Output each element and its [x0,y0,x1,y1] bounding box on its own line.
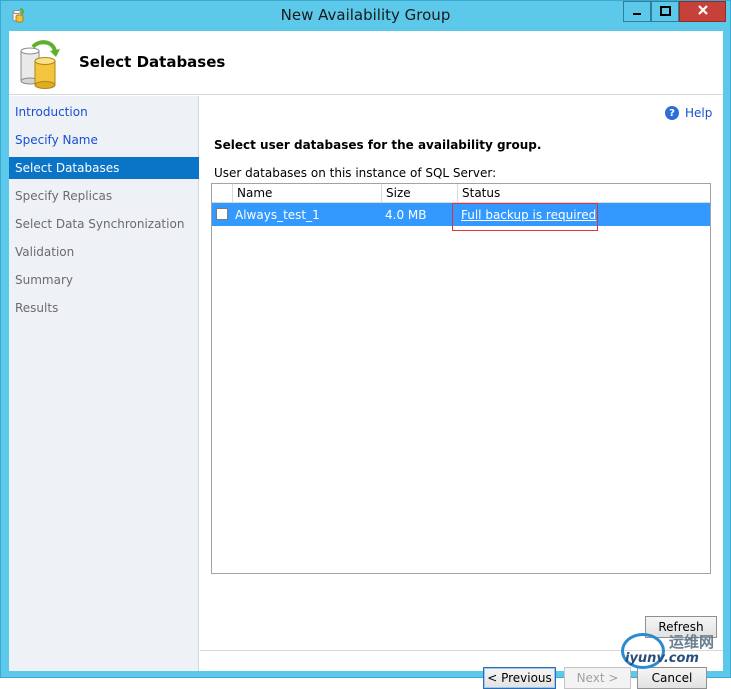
wizard-content: ? Help Select user databases for the ava… [200,96,723,689]
instructions-text: Select user databases for the availabili… [214,138,542,152]
column-header-size[interactable]: Size [386,186,411,200]
nav-item-select-databases[interactable]: Select Databases [9,157,199,179]
maximize-icon [659,5,671,19]
nav-item-specify-replicas: Specify Replicas [15,189,113,203]
minimize-icon [632,5,642,19]
nav-item-select-data-synchronization: Select Data Synchronization [15,217,185,231]
nav-item-results: Results [15,301,59,315]
wizard-window: New Availability Group Select Databases … [0,0,731,689]
cell-name: Always_test_1 [235,208,320,222]
table-row[interactable]: Always_test_1 4.0 MB Full backup is requ… [212,203,710,231]
watermark-cn-text: 运维网 [669,633,715,651]
databases-grid[interactable]: Name Size Status Always_test_1 4.0 MB Fu… [211,183,711,574]
close-button[interactable] [679,1,726,22]
help-link[interactable]: ? Help [665,104,712,122]
page-title: Select Databases [79,53,226,71]
previous-button[interactable]: < Previous [483,667,556,689]
cell-size: 4.0 MB [385,208,427,222]
window-title: New Availability Group [280,6,451,24]
help-icon: ? [665,106,679,120]
close-icon [697,4,709,19]
annotation-highlight-box [452,203,598,231]
title-bar[interactable]: New Availability Group [1,1,730,31]
watermark-url-text: iyunv.com [625,651,699,666]
wizard-header: Select Databases [9,31,723,95]
column-header-status[interactable]: Status [462,186,500,200]
nav-item-specify-name[interactable]: Specify Name [9,129,199,151]
help-label: Help [685,106,713,120]
watermark-logo: 运维网 iyunv.com [617,629,727,671]
wizard-nav: Introduction Specify Name Select Databas… [9,96,199,671]
database-sync-icon [19,39,63,89]
maximize-button[interactable] [651,1,679,22]
column-separator [381,184,382,203]
column-separator [232,184,233,203]
wizard-client: Select Databases Introduction Specify Na… [9,31,723,689]
nav-item-summary: Summary [15,273,73,287]
nav-item-introduction[interactable]: Introduction [9,101,199,123]
grid-label: User databases on this instance of SQL S… [214,166,497,180]
minimize-button[interactable] [623,1,651,22]
column-header-name[interactable]: Name [237,186,272,200]
column-separator [457,184,458,203]
nav-item-validation: Validation [15,245,75,259]
grid-header: Name Size Status [212,184,710,203]
row-checkbox[interactable] [216,208,228,220]
